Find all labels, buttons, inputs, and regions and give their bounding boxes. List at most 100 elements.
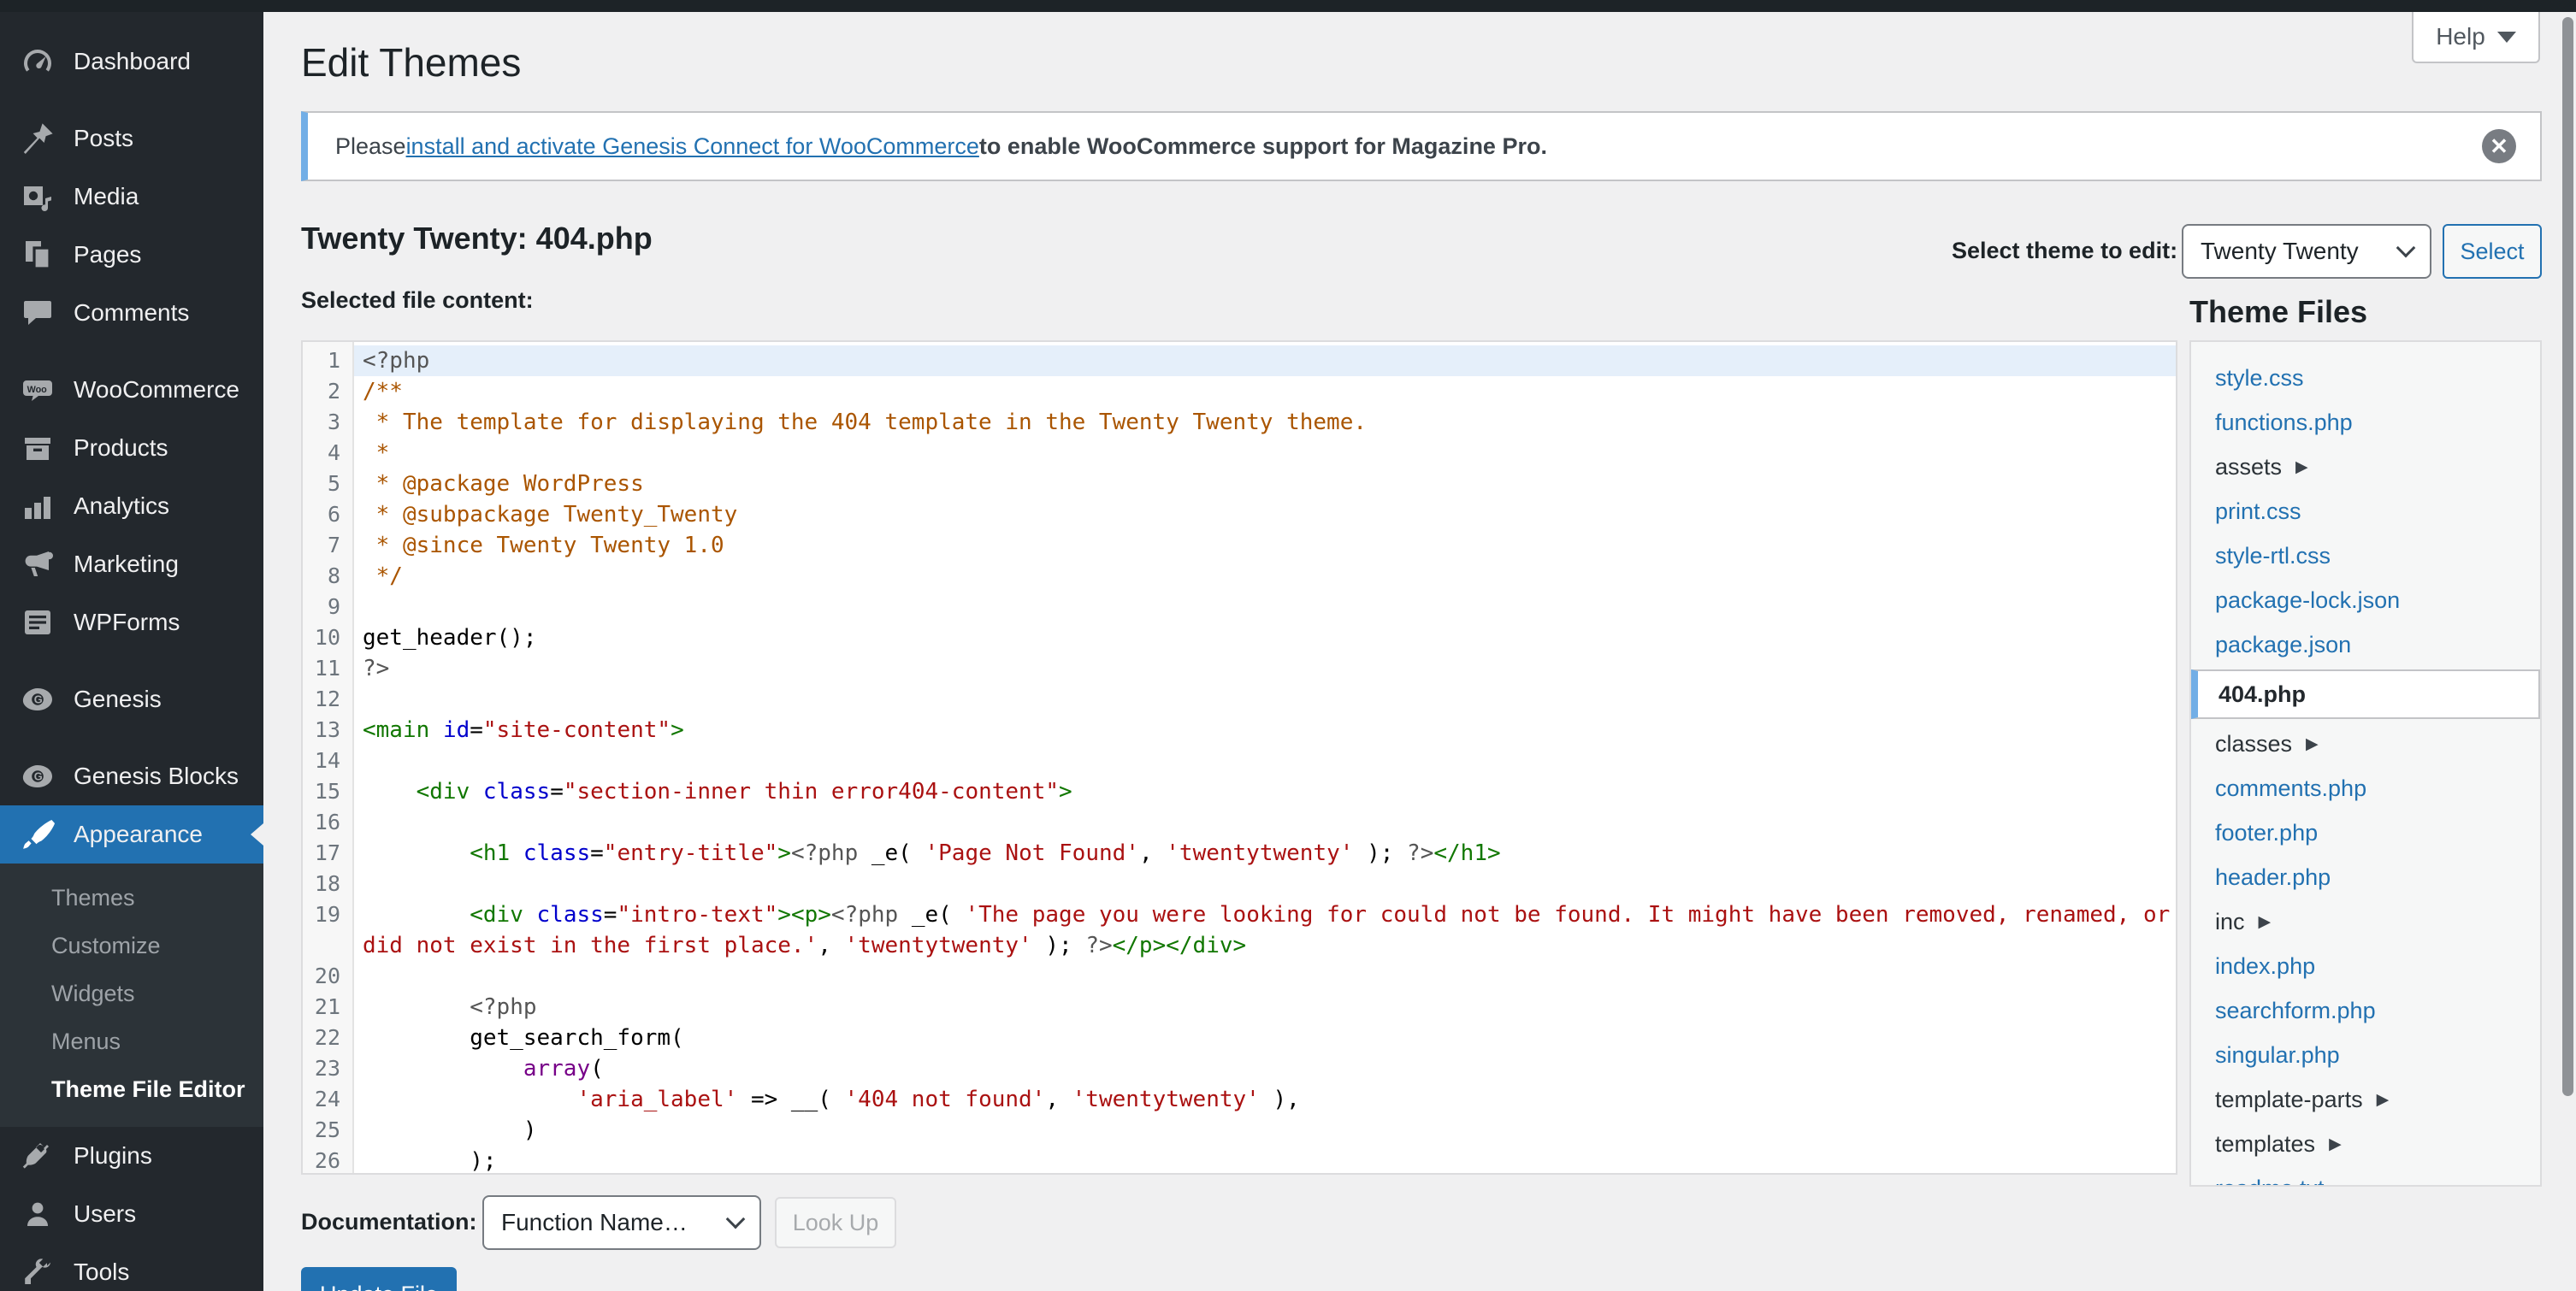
sidebar-item-woocommerce[interactable]: Woo WooCommerce (0, 361, 263, 419)
sidebar-item-tools[interactable]: Tools (0, 1243, 263, 1291)
appearance-icon (21, 817, 55, 852)
code-line[interactable]: * @subpackage Twenty_Twenty (354, 499, 2176, 530)
code-line[interactable]: <div class="intro-text"><p><?php _e( 'Th… (354, 899, 2176, 930)
code-line[interactable] (354, 746, 2176, 776)
theme-file-searchform-php[interactable]: searchform.php (2191, 988, 2540, 1033)
sidebar-item-products[interactable]: Products (0, 419, 263, 477)
code-line-row: 3 * The template for displaying the 404 … (303, 407, 2176, 438)
code-line-row: 4 * (303, 438, 2176, 469)
code-line-row: 13 <main id="site-content"> (303, 715, 2176, 746)
sidebar-item-users[interactable]: Users (0, 1185, 263, 1243)
theme-file-readme-txt[interactable]: readme.txt (2191, 1166, 2540, 1186)
code-line[interactable]: array( (354, 1053, 2176, 1084)
theme-file-package-json[interactable]: package.json (2191, 622, 2540, 667)
sidebar-subitem-customize[interactable]: Customize (0, 922, 263, 970)
code-line-row: 15 <div class="section-inner thin error4… (303, 776, 2176, 807)
sidebar-item-media[interactable]: Media (0, 168, 263, 226)
theme-file-label: comments.php (2215, 775, 2367, 801)
sidebar-subitem-themes[interactable]: Themes (0, 874, 263, 922)
theme-file-comments-php[interactable]: comments.php (2191, 766, 2540, 811)
sidebar-item-marketing[interactable]: Marketing (0, 535, 263, 593)
code-line-row: 6 * @subpackage Twenty_Twenty (303, 499, 2176, 530)
code-line[interactable] (354, 592, 2176, 622)
sidebar-item-appearance[interactable]: Appearance (0, 805, 263, 864)
code-editor[interactable]: 1 <?php 2/** 3 * The template for displayin… (301, 340, 2177, 1175)
update-file-button[interactable]: Update File (301, 1267, 457, 1291)
theme-folder-assets[interactable]: assets ▶ (2191, 445, 2540, 489)
dismiss-icon[interactable]: ✕ (2482, 129, 2516, 163)
code-line[interactable]: <main id="site-content"> (354, 715, 2176, 746)
lookup-button[interactable]: Look Up (775, 1197, 896, 1248)
theme-file-label: readme.txt (2215, 1176, 2325, 1186)
code-line[interactable] (354, 807, 2176, 838)
sidebar-item-dashboard[interactable]: Dashboard (0, 32, 263, 91)
code-line[interactable]: * @since Twenty Twenty 1.0 (354, 530, 2176, 561)
products-icon (21, 431, 55, 465)
theme-file-404-php[interactable]: 404.php (2191, 669, 2540, 719)
documentation-select[interactable]: Function Name… (482, 1195, 761, 1250)
code-line[interactable]: ?> (354, 653, 2176, 684)
code-line[interactable]: <h1 class="entry-title"><?php _e( 'Page … (354, 838, 2176, 869)
sidebar-subitem-menus[interactable]: Menus (0, 1017, 263, 1065)
sidebar-item-posts[interactable]: Posts (0, 109, 263, 168)
sidebar-subitem-theme-file-editor[interactable]: Theme File Editor (0, 1065, 263, 1113)
sidebar-item-wpforms[interactable]: WPForms (0, 593, 263, 651)
dashboard-icon (21, 44, 55, 79)
code-line[interactable]: * @package WordPress (354, 469, 2176, 499)
theme-file-package-lock-json[interactable]: package-lock.json (2191, 578, 2540, 622)
code-line[interactable]: */ (354, 561, 2176, 592)
theme-file-label: 404.php (2219, 681, 2307, 707)
theme-file-style-css[interactable]: style.css (2191, 356, 2540, 400)
help-button[interactable]: Help (2412, 12, 2540, 63)
theme-file-print-css[interactable]: print.css (2191, 489, 2540, 533)
code-line[interactable]: 'aria_label' => __( '404 not found', 'tw… (354, 1084, 2176, 1115)
code-line[interactable] (354, 684, 2176, 715)
code-line[interactable]: ) (354, 1115, 2176, 1146)
theme-folder-inc[interactable]: inc ▶ (2191, 899, 2540, 944)
line-number: 25 (303, 1115, 354, 1146)
select-theme-button[interactable]: Select (2443, 224, 2542, 279)
line-number: 9 (303, 592, 354, 622)
line-number: 11 (303, 653, 354, 684)
line-number: 18 (303, 869, 354, 899)
code-line-row: 9 (303, 592, 2176, 622)
theme-folder-template-parts[interactable]: template-parts ▶ (2191, 1077, 2540, 1122)
sidebar-subitem-widgets[interactable]: Widgets (0, 970, 263, 1017)
code-line[interactable]: ); (354, 1146, 2176, 1173)
theme-file-label: index.php (2215, 952, 2316, 979)
notice-link[interactable]: install and activate Genesis Connect for… (406, 133, 979, 160)
code-line[interactable]: did not exist in the first place.', 'twe… (354, 930, 2176, 961)
sidebar-item-comments[interactable]: Comments (0, 284, 263, 342)
code-line[interactable]: get_header(); (354, 622, 2176, 653)
code-line[interactable] (354, 869, 2176, 899)
documentation-select-value: Function Name… (501, 1209, 688, 1235)
theme-file-functions-php[interactable]: functions.php (2191, 400, 2540, 445)
theme-file-label: footer.php (2215, 819, 2319, 846)
code-line[interactable]: <?php (354, 345, 2176, 376)
theme-select[interactable]: Twenty Twenty (2182, 224, 2431, 279)
theme-file-label: style.css (2215, 364, 2304, 391)
theme-folder-templates[interactable]: templates ▶ (2191, 1122, 2540, 1166)
sidebar-item-genesis[interactable]: G Genesis (0, 670, 263, 728)
chevron-down-icon (2496, 31, 2516, 43)
marketing-icon (21, 547, 55, 581)
code-line[interactable]: <?php (354, 992, 2176, 1023)
sidebar-item-pages[interactable]: Pages (0, 226, 263, 284)
page-scrollbar-thumb[interactable] (2562, 17, 2573, 1096)
theme-file-index-php[interactable]: index.php (2191, 944, 2540, 988)
code-line[interactable]: /** (354, 376, 2176, 407)
theme-file-singular-php[interactable]: singular.php (2191, 1033, 2540, 1077)
code-line[interactable]: <div class="section-inner thin error404-… (354, 776, 2176, 807)
theme-file-style-rtl-css[interactable]: style-rtl.css (2191, 533, 2540, 578)
theme-file-header-php[interactable]: header.php (2191, 855, 2540, 899)
sidebar-item-analytics[interactable]: Analytics (0, 477, 263, 535)
theme-file-footer-php[interactable]: footer.php (2191, 811, 2540, 855)
theme-folder-classes[interactable]: classes ▶ (2191, 722, 2540, 766)
code-line[interactable]: * The template for displaying the 404 te… (354, 407, 2176, 438)
sidebar-item-plugins[interactable]: Plugins (0, 1127, 263, 1185)
code-line[interactable] (354, 961, 2176, 992)
sidebar-item-genesis-blocks[interactable]: G Genesis Blocks (0, 747, 263, 805)
code-line[interactable]: * (354, 438, 2176, 469)
code-line[interactable]: get_search_form( (354, 1023, 2176, 1053)
code-editor-content[interactable]: 1 <?php 2/** 3 * The template for displayin… (303, 342, 2176, 1173)
